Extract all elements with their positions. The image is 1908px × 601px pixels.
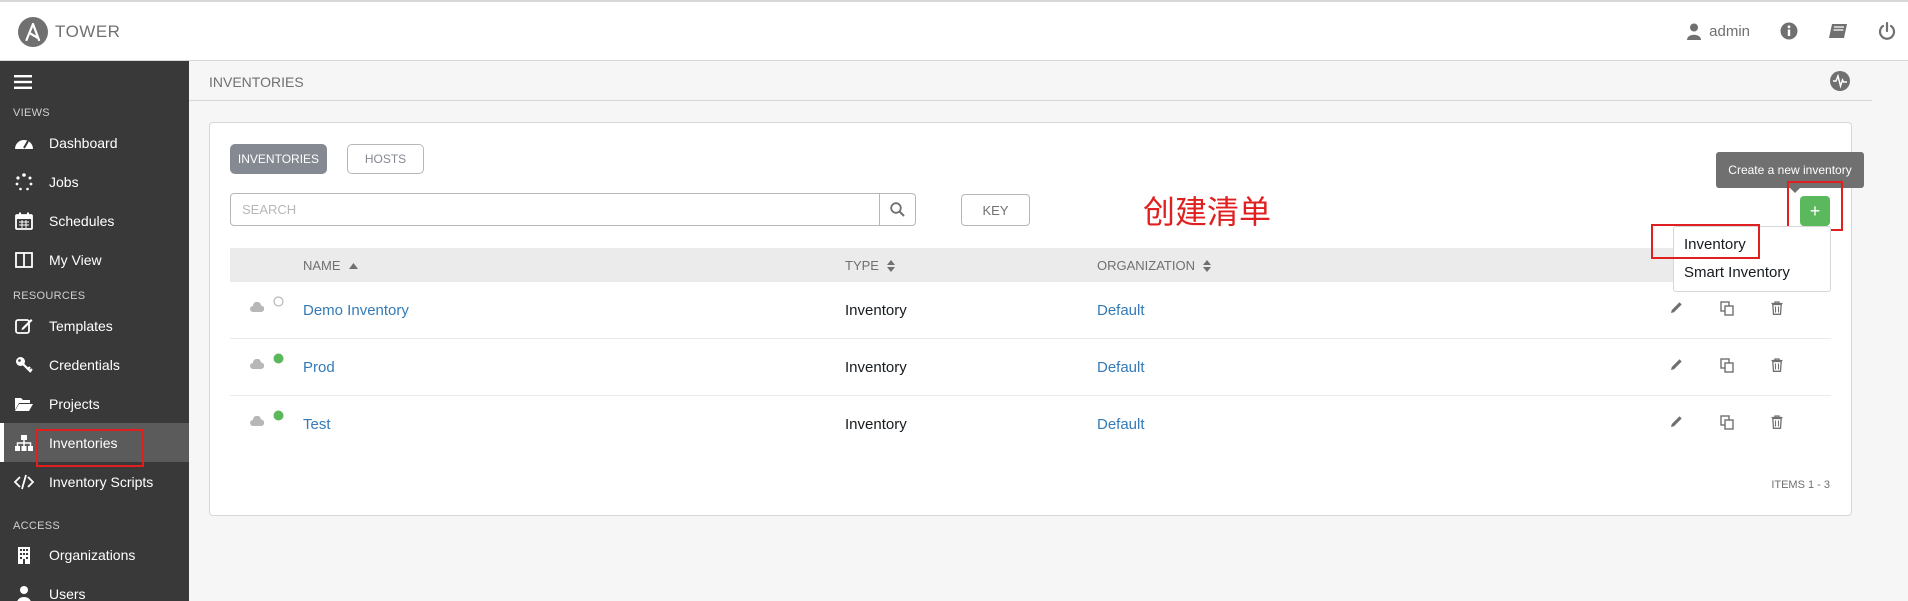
sidebar-item-jobs[interactable]: Jobs (0, 162, 189, 201)
column-header-type[interactable]: TYPE (845, 258, 895, 273)
code-icon (13, 474, 35, 490)
user-icon (13, 585, 35, 601)
folder-open-icon (13, 396, 35, 412)
sidebar-item-organizations[interactable]: Organizations (0, 535, 189, 574)
organization-link[interactable]: Default (1097, 359, 1145, 376)
inventory-name-link[interactable]: Test (303, 416, 331, 433)
spinner-icon (13, 172, 35, 191)
power-icon[interactable] (1878, 22, 1896, 40)
highlight-box-add-button (1787, 181, 1843, 231)
organization-link[interactable]: Default (1097, 416, 1145, 433)
status-indicator (250, 353, 284, 369)
inventory-name-link[interactable]: Prod (303, 359, 335, 376)
user-menu[interactable]: admin (1687, 23, 1750, 40)
highlight-box-inventories (36, 429, 144, 467)
sidebar-item-templates[interactable]: Templates (0, 306, 189, 345)
book-icon[interactable] (1828, 23, 1848, 39)
cloud-icon (250, 416, 264, 426)
key-icon (13, 356, 35, 374)
copy-icon[interactable] (1720, 415, 1734, 430)
table-header: NAME TYPE ORGANIZATION (230, 248, 1831, 282)
tower-logo[interactable]: TOWER (18, 17, 120, 47)
sitemap-icon (13, 434, 35, 452)
cloud-icon (250, 359, 264, 369)
sidebar-item-dashboard[interactable]: Dashboard (0, 123, 189, 162)
success-dot-icon (273, 353, 284, 363)
menu-item-smart-inventory[interactable]: Smart Inventory (1684, 264, 1790, 281)
inventory-type: Inventory (845, 416, 907, 433)
inventory-type: Inventory (845, 359, 907, 376)
edit-pencil-icon[interactable] (1670, 415, 1683, 428)
search-icon (890, 202, 905, 217)
info-icon[interactable] (1780, 22, 1798, 40)
status-indicator (250, 410, 284, 426)
building-icon (13, 546, 35, 564)
edit-pencil-icon[interactable] (1670, 301, 1683, 314)
copy-icon[interactable] (1720, 301, 1734, 316)
sidebar-item-users[interactable]: Users (0, 574, 189, 601)
sort-icon (1202, 259, 1211, 272)
tab-inventories[interactable]: INVENTORIES (230, 144, 327, 174)
table-row: Demo Inventory Inventory Default (230, 282, 1831, 339)
section-views: VIEWS (13, 107, 50, 119)
inventories-card: INVENTORIES HOSTS KEY 创建清单 Create a new … (209, 122, 1864, 516)
sidebar-item-credentials[interactable]: Credentials (0, 345, 189, 384)
sidebar-item-schedules[interactable]: Schedules (0, 201, 189, 240)
search-input[interactable] (231, 194, 885, 225)
sidebar: VIEWS Dashboard Jobs Schedules My View R… (0, 61, 189, 601)
edit-pencil-icon[interactable] (1670, 358, 1683, 371)
activity-stream-icon[interactable] (1830, 71, 1850, 94)
ansible-logo-icon (18, 17, 48, 47)
copy-icon[interactable] (1720, 358, 1734, 373)
delete-trash-icon[interactable] (1771, 301, 1783, 315)
columns-icon (13, 251, 35, 268)
top-navbar: TOWER admin (0, 0, 1908, 61)
user-icon (1687, 23, 1702, 40)
section-resources: RESOURCES (13, 290, 86, 302)
cloud-icon (250, 302, 264, 312)
key-button[interactable]: KEY (961, 194, 1030, 226)
no-status-circle-icon (273, 295, 284, 307)
sidebar-item-inventory-scripts[interactable]: Inventory Scripts (0, 462, 189, 501)
organization-link[interactable]: Default (1097, 302, 1145, 319)
delete-trash-icon[interactable] (1771, 415, 1783, 429)
breadcrumb-title: INVENTORIES (209, 74, 304, 90)
logo-text: TOWER (55, 22, 121, 41)
breadcrumb: INVENTORIES (189, 61, 1872, 101)
sidebar-item-projects[interactable]: Projects (0, 384, 189, 423)
sort-ascending-icon (348, 262, 358, 269)
section-access: ACCESS (13, 520, 61, 532)
status-indicator (250, 295, 284, 312)
table-row: Prod Inventory Default (230, 339, 1831, 396)
table-row: Test Inventory Default (230, 396, 1831, 453)
inventory-name-link[interactable]: Demo Inventory (303, 302, 409, 319)
edit-icon (13, 317, 35, 335)
sidebar-item-my-view[interactable]: My View (0, 240, 189, 279)
column-header-name[interactable]: NAME (303, 258, 358, 273)
items-count: ITEMS 1 - 3 (1771, 479, 1830, 491)
sort-icon (886, 259, 895, 272)
highlight-box-inventory-option (1651, 224, 1760, 259)
delete-trash-icon[interactable] (1771, 358, 1783, 372)
calendar-icon (13, 212, 35, 230)
search-button[interactable] (879, 194, 915, 225)
search-box (230, 193, 916, 226)
annotation-text: 创建清单 (1143, 193, 1272, 231)
dashboard-icon (13, 135, 35, 151)
inventory-type: Inventory (845, 302, 907, 319)
column-header-organization[interactable]: ORGANIZATION (1097, 258, 1211, 273)
username-label: admin (1709, 22, 1750, 40)
tab-hosts[interactable]: HOSTS (347, 144, 424, 174)
hamburger-menu-icon[interactable] (14, 74, 32, 93)
success-dot-icon (273, 410, 284, 420)
